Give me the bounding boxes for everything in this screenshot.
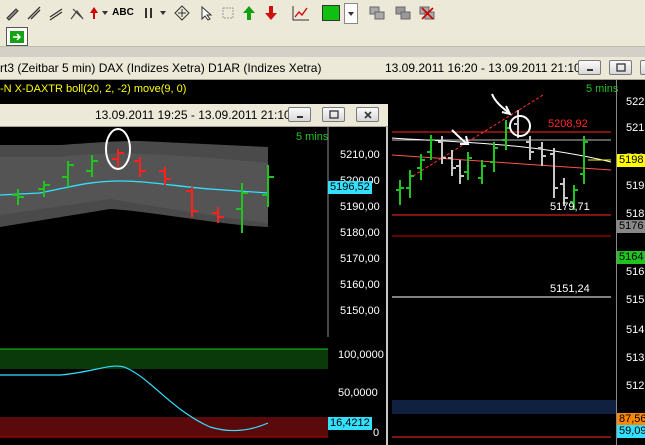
osc-axis-label: 50,0000: [338, 387, 378, 399]
up-arrow-icon[interactable]: [88, 3, 100, 22]
go-arrow-icon[interactable]: [6, 27, 28, 46]
main-close-button[interactable]: [640, 60, 645, 75]
axis-label: 519: [626, 180, 645, 192]
osc-axis-label: 0: [373, 427, 380, 439]
sub-axis-label: 5170,00: [340, 253, 380, 265]
axis-label: 514: [626, 324, 645, 336]
crosshair-icon[interactable]: [172, 3, 192, 22]
axis-label: 515: [626, 294, 645, 306]
sub-chart-svg: [0, 127, 329, 438]
indicator-label: -N X-DAXTR boll(20, 2, -2) move(9, 0): [0, 83, 187, 95]
price-tag-mid2: 5164: [617, 251, 645, 264]
current-price-tag: 5198: [617, 154, 645, 167]
support-level-label: 5151,24: [550, 283, 590, 295]
main-window-titlebar: rt3 (Zeitbar 5 min) DAX (Indizes Xetra) …: [0, 57, 645, 80]
cascade-windows-icon[interactable]: [392, 3, 414, 22]
tile-windows-icon[interactable]: [366, 3, 388, 22]
indicator-strip: -N X-DAXTR boll(20, 2, -2) move(9, 0): [0, 80, 388, 102]
marker-icon[interactable]: [218, 3, 238, 22]
parallel-lines-icon[interactable]: [46, 3, 66, 22]
price-tag-mid1: 5176: [617, 220, 645, 233]
osc-value-tag: 16,4212: [328, 417, 372, 430]
sub-window-date-range: 13.09.2011 19:25 - 13.09.2011 21:10: [95, 108, 291, 122]
dropdown-icon[interactable]: [158, 3, 168, 22]
main-minimize-button[interactable]: [578, 60, 601, 75]
axis-label: 521: [626, 122, 645, 134]
secondary-toolbar: [0, 26, 645, 47]
fibonacci-icon[interactable]: [68, 3, 86, 22]
sub-axis-label: 5210,00: [340, 149, 380, 161]
close-windows-icon[interactable]: [416, 3, 438, 22]
axis-label: 516: [626, 266, 645, 278]
main-toolbar: ABC: [0, 0, 645, 27]
sub-axis-label: 5180,00: [340, 227, 380, 239]
sub-maximize-button[interactable]: [322, 107, 345, 122]
sub-minimize-button[interactable]: [288, 107, 311, 122]
line-icon[interactable]: [24, 3, 44, 22]
red-down-arrow-icon[interactable]: [262, 3, 280, 22]
sub-axis-label: 5150,00: [340, 305, 380, 317]
abc-text-tool[interactable]: ABC: [112, 3, 134, 22]
main-window-date-range: 13.09.2011 16:20 - 13.09.2011 21:10: [385, 61, 581, 75]
sub-price-tag: 5196,52: [328, 181, 372, 194]
sub-window-chart[interactable]: 5 mins 5210,00 5190,00 5180,00 5170,00 5…: [0, 127, 388, 445]
main-maximize-button[interactable]: [609, 60, 632, 75]
oscillator-band: [392, 400, 616, 414]
sub-window-titlebar: 13.09.2011 19:25 - 13.09.2011 21:10: [0, 104, 388, 127]
sub-close-button[interactable]: [356, 107, 379, 122]
osc-axis-label: 100,0000: [338, 349, 384, 361]
main-chart-area[interactable]: 5208,92 5179,71 5151,24 5 mins 522 521 5…: [388, 80, 645, 445]
low-level-label: 5179,71: [550, 201, 590, 213]
color-dropdown-2[interactable]: [344, 3, 358, 24]
sub-axis-label: 5160,00: [340, 279, 380, 291]
axis-label: 513: [626, 352, 645, 364]
color-swatch[interactable]: [320, 3, 342, 22]
axis-label: 518: [626, 208, 645, 220]
chart-icon[interactable]: [290, 3, 312, 22]
green-up-arrow-icon[interactable]: [240, 3, 258, 22]
axis-label: 512: [626, 380, 645, 392]
high-level-label: 5208,92: [548, 118, 588, 130]
color-dropdown[interactable]: [100, 3, 110, 22]
main-window-title: rt3 (Zeitbar 5 min) DAX (Indizes Xetra) …: [0, 61, 322, 75]
main-interval-label: 5 mins: [586, 83, 619, 95]
axis-label: 522: [626, 96, 645, 108]
sub-axis-label: 5190,00: [340, 201, 380, 213]
pencil-icon[interactable]: [2, 3, 22, 22]
price-tag-bottom2: 59,09: [617, 425, 645, 438]
pause-icon[interactable]: [140, 3, 158, 22]
cursor-icon[interactable]: [196, 3, 216, 22]
main-chart-svg: [391, 93, 612, 438]
workspace-background: [0, 47, 645, 57]
